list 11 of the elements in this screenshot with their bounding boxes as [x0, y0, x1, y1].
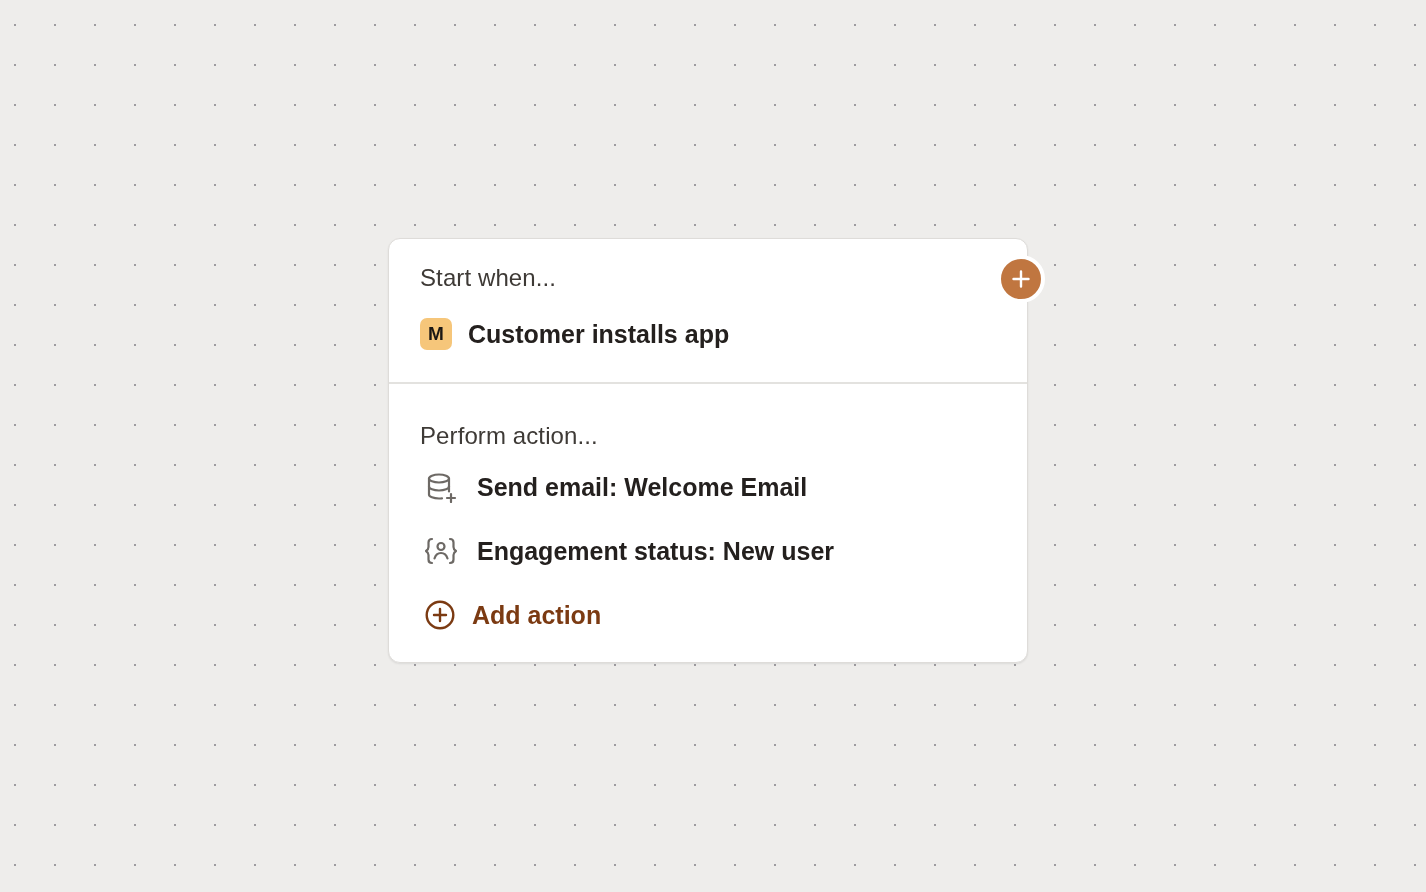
add-action-button[interactable]: Add action	[425, 597, 602, 633]
database-plus-icon	[425, 471, 457, 503]
section-heading: Start when...	[420, 263, 558, 293]
section-heading: Perform action...	[420, 421, 599, 451]
plus-circle-icon	[425, 600, 455, 630]
plus-icon	[1012, 270, 1030, 288]
action-label: Engagement status: New user	[477, 536, 835, 566]
trigger-label: Customer installs app	[468, 319, 730, 349]
app-logo: M	[420, 318, 452, 350]
action-label: Send email: Welcome Email	[477, 472, 808, 502]
person-braces-icon	[425, 535, 457, 567]
